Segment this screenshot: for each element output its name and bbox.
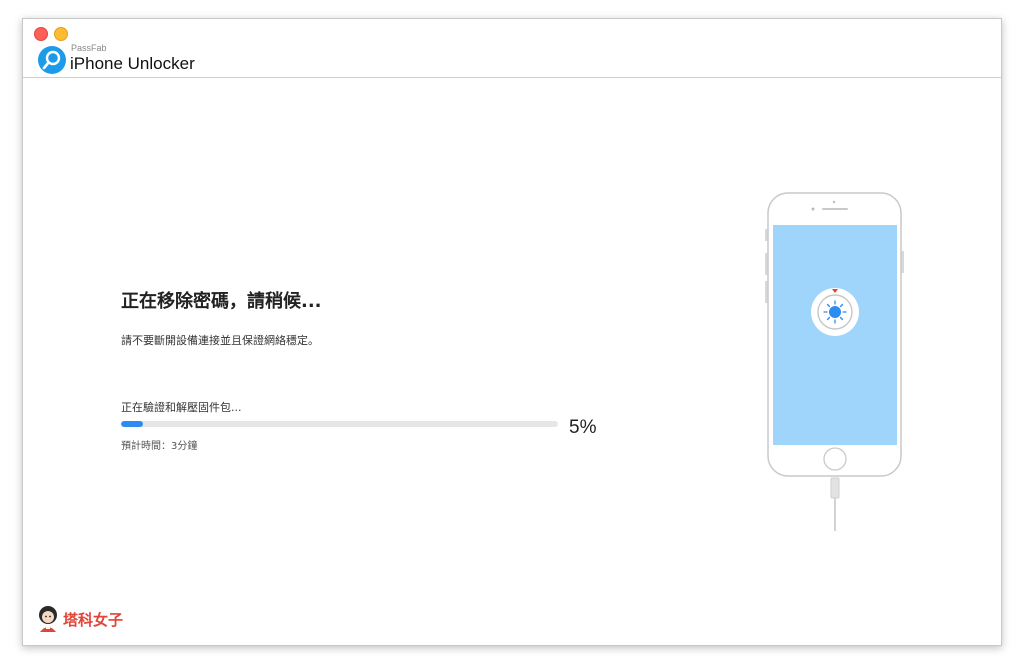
app-title: iPhone Unlocker	[70, 54, 195, 73]
status-heading: 正在移除密碼，請稍候...	[121, 291, 322, 312]
close-icon[interactable]	[34, 27, 48, 41]
iphone-illustration	[758, 191, 908, 540]
progress-bar-fill	[121, 421, 143, 427]
passfab-logo-icon	[38, 46, 66, 74]
watermark-text: 塔科女子	[63, 611, 124, 629]
estimated-time: 預計時間：3分鐘	[121, 441, 198, 452]
brand-name: PassFab	[71, 43, 107, 53]
progress-label: 正在驗證和解壓固件包...	[121, 401, 242, 414]
minimize-icon[interactable]	[54, 27, 68, 41]
progress-percent: 5%	[569, 417, 597, 438]
unlock-dial-icon	[811, 288, 859, 336]
title-bar: PassFab iPhone Unlocker	[23, 19, 1001, 78]
app-window: PassFab iPhone Unlocker 正在移除密碼，請稍候... 請不…	[22, 18, 1002, 646]
progress-bar	[121, 421, 558, 427]
status-subtext: 請不要斷開設備連接並且保證網絡穩定。	[121, 334, 319, 347]
watermark-avatar-icon	[39, 606, 57, 632]
